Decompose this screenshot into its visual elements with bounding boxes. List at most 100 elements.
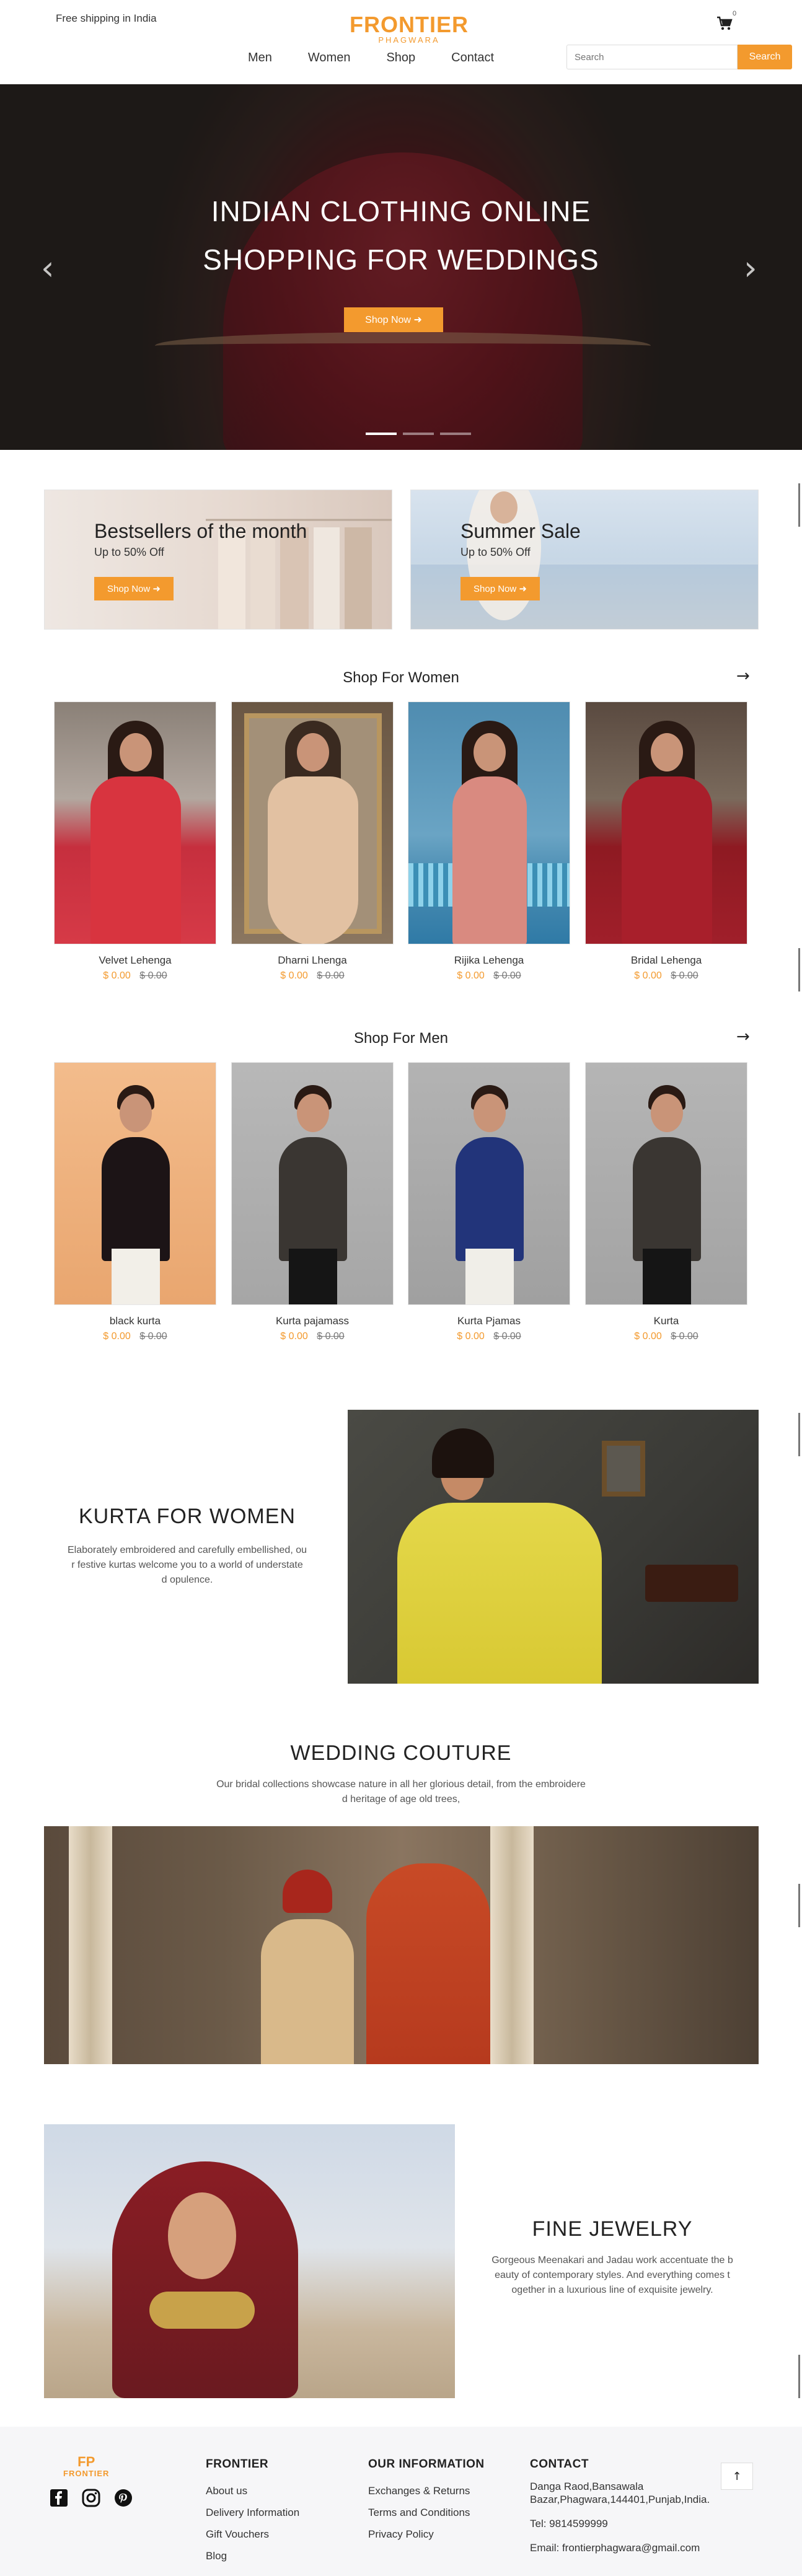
nav-contact[interactable]: Contact bbox=[451, 51, 494, 65]
wall-frame-decoration bbox=[602, 1441, 645, 1497]
product-card[interactable]: Kurta $ 0.00 $ 0.00 bbox=[585, 1062, 747, 1342]
chevron-left-icon[interactable]: ‹ bbox=[41, 252, 55, 285]
hero-shop-now-button[interactable]: Shop Now ➜ bbox=[344, 307, 443, 332]
chevron-right-icon[interactable]: › bbox=[744, 252, 757, 285]
footer-column-information: OUR INFORMATION Exchanges & Returns Term… bbox=[368, 2458, 485, 2545]
product-card[interactable]: black kurta $ 0.00 $ 0.00 bbox=[54, 1062, 216, 1342]
hero-shop-now-label: Shop Now bbox=[365, 315, 411, 325]
footer-link-delivery[interactable]: Delivery Information bbox=[206, 2502, 299, 2523]
arrow-right-icon[interactable]: → bbox=[736, 667, 750, 685]
product-image[interactable] bbox=[585, 701, 747, 944]
product-image[interactable] bbox=[54, 701, 216, 944]
price-current: $ 0.00 bbox=[280, 970, 308, 981]
product-name[interactable]: Kurta bbox=[585, 1315, 747, 1327]
wedding-feature-title: WEDDING COUTURE bbox=[290, 1741, 512, 1765]
promo-subtitle: Up to 50% Off bbox=[94, 546, 164, 558]
slide-indicator-3[interactable] bbox=[440, 433, 471, 435]
search-bar: Search bbox=[566, 45, 792, 69]
promo-banner-bestsellers[interactable]: Bestsellers of the month Up to 50% Off S… bbox=[44, 490, 392, 630]
wedding-feature-text: Our bridal collections showcase nature i… bbox=[153, 1777, 649, 1807]
product-image[interactable] bbox=[585, 1062, 747, 1305]
site-logo[interactable]: FRONTIER PHAGWARA bbox=[338, 14, 480, 45]
search-input[interactable] bbox=[566, 45, 738, 69]
cart-icon[interactable] bbox=[716, 16, 733, 31]
back-to-top-button[interactable]: ↑ bbox=[721, 2463, 753, 2490]
scrollbar-thumb[interactable] bbox=[798, 948, 800, 991]
footer-logo[interactable]: FP FRONTIER bbox=[63, 2455, 109, 2479]
promo-button-label: Shop Now bbox=[474, 584, 517, 594]
scrollbar-thumb[interactable] bbox=[798, 483, 800, 527]
wedding-text-line: Our bridal collections showcase nature i… bbox=[216, 1779, 586, 1790]
contact-phone[interactable]: Tel: 9814599999 bbox=[530, 2517, 728, 2530]
hero-slider: INDIAN CLOTHING ONLINE SHOPPING FOR WEDD… bbox=[0, 84, 802, 450]
main-nav: Men Women Shop Contact bbox=[248, 51, 530, 65]
facebook-icon[interactable] bbox=[50, 2489, 68, 2507]
product-name[interactable]: Velvet Lehenga bbox=[54, 954, 216, 967]
slide-indicator-1[interactable] bbox=[366, 433, 397, 435]
arrow-up-icon: ↑ bbox=[732, 2469, 742, 2483]
pinterest-icon[interactable] bbox=[114, 2489, 133, 2507]
footer-link-gift-vouchers[interactable]: Gift Vouchers bbox=[206, 2523, 299, 2545]
price-current: $ 0.00 bbox=[634, 970, 662, 981]
jewelry-feature-image bbox=[44, 2124, 455, 2398]
footer-column-title: CONTACT bbox=[530, 2458, 589, 2471]
logo-sub-text: PHAGWARA bbox=[378, 35, 440, 45]
product-card[interactable]: Velvet Lehenga $ 0.00 $ 0.00 bbox=[54, 701, 216, 982]
scrollbar-thumb[interactable] bbox=[798, 1413, 800, 1456]
scrollbar-thumb[interactable] bbox=[798, 2355, 800, 2398]
product-image[interactable] bbox=[408, 701, 570, 944]
nav-men[interactable]: Men bbox=[248, 51, 272, 65]
product-card[interactable]: Rijika Lehenga $ 0.00 $ 0.00 bbox=[408, 701, 570, 982]
arrow-right-icon: ➜ bbox=[152, 584, 161, 594]
promo-shop-now-button[interactable]: Shop Now ➜ bbox=[460, 577, 540, 600]
arrow-right-icon[interactable]: → bbox=[736, 1027, 750, 1046]
instagram-icon[interactable] bbox=[82, 2489, 100, 2507]
footer-column-frontier: FRONTIER About us Delivery Information G… bbox=[206, 2458, 299, 2567]
price-original: $ 0.00 bbox=[671, 1331, 698, 1342]
contact-email[interactable]: Email: frontierphagwara@gmail.com bbox=[530, 2541, 728, 2554]
promo-banner-summer-sale[interactable]: Summer Sale Up to 50% Off Shop Now ➜ bbox=[410, 490, 759, 630]
footer-link-blog[interactable]: Blog bbox=[206, 2545, 299, 2567]
price-original: $ 0.00 bbox=[139, 1331, 167, 1342]
promo-shop-now-button[interactable]: Shop Now ➜ bbox=[94, 577, 174, 600]
promo-subtitle: Up to 50% Off bbox=[460, 546, 531, 558]
price-current: $ 0.00 bbox=[103, 970, 131, 981]
figure-face bbox=[297, 733, 329, 771]
product-name[interactable]: Kurta pajamass bbox=[231, 1315, 394, 1327]
kurta-text-line: Elaborately embroidered and carefully em… bbox=[68, 1545, 307, 1555]
groom-turban bbox=[283, 1870, 332, 1913]
product-name[interactable]: black kurta bbox=[54, 1315, 216, 1327]
footer-link-terms[interactable]: Terms and Conditions bbox=[368, 2502, 485, 2523]
footer-link-privacy[interactable]: Privacy Policy bbox=[368, 2523, 485, 2545]
footer-link-exchanges[interactable]: Exchanges & Returns bbox=[368, 2480, 485, 2502]
product-name[interactable]: Kurta Pjamas bbox=[408, 1315, 570, 1327]
nav-women[interactable]: Women bbox=[308, 51, 351, 65]
figure-outfit bbox=[452, 776, 527, 944]
product-name[interactable]: Dharni Lhenga bbox=[231, 954, 394, 967]
product-card[interactable]: Bridal Lehenga $ 0.00 $ 0.00 bbox=[585, 701, 747, 982]
product-image[interactable] bbox=[408, 1062, 570, 1305]
footer-link-about[interactable]: About us bbox=[206, 2480, 299, 2502]
product-image[interactable] bbox=[231, 1062, 394, 1305]
nav-shop[interactable]: Shop bbox=[386, 51, 415, 65]
women-section-heading: Shop For Women bbox=[343, 669, 459, 686]
jewelry-feature-text: Gorgeous Meenakari and Jadau work accent… bbox=[466, 2253, 759, 2298]
social-links bbox=[50, 2489, 133, 2507]
promo-button-label: Shop Now bbox=[107, 584, 151, 594]
figure-face bbox=[120, 733, 152, 771]
price-original: $ 0.00 bbox=[139, 970, 167, 981]
product-name[interactable]: Bridal Lehenga bbox=[585, 954, 747, 967]
scrollbar-thumb[interactable] bbox=[798, 1884, 800, 1927]
product-image[interactable] bbox=[54, 1062, 216, 1305]
product-card[interactable]: Dharni Lhenga $ 0.00 $ 0.00 bbox=[231, 701, 394, 982]
product-card[interactable]: Kurta pajamass $ 0.00 $ 0.00 bbox=[231, 1062, 394, 1342]
product-name[interactable]: Rijika Lehenga bbox=[408, 954, 570, 967]
footer-column-title: FRONTIER bbox=[206, 2458, 269, 2471]
slide-indicator-2[interactable] bbox=[403, 433, 434, 435]
search-button[interactable]: Search bbox=[738, 45, 792, 69]
product-image[interactable] bbox=[231, 701, 394, 944]
product-card[interactable]: Kurta Pjamas $ 0.00 $ 0.00 bbox=[408, 1062, 570, 1342]
figure-hair bbox=[432, 1428, 494, 1478]
product-price: $ 0.00 $ 0.00 bbox=[408, 970, 570, 982]
cart-count: 0 bbox=[733, 10, 737, 17]
